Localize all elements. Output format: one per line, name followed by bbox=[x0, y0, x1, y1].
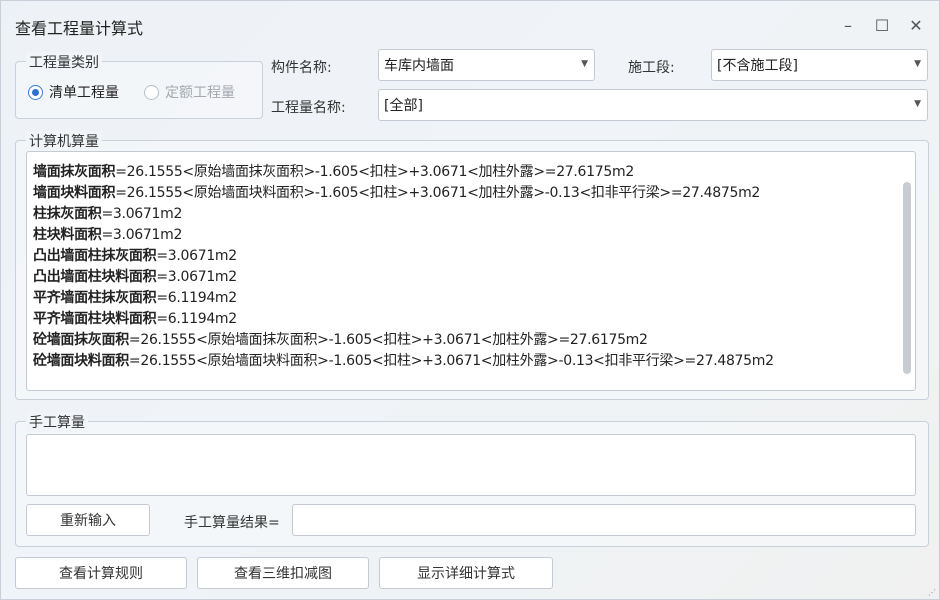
calc-line-expr: =6.1194m2 bbox=[156, 290, 237, 306]
manual-calc-input[interactable] bbox=[26, 434, 916, 496]
calc-line: 砼墙面块料面积=26.1555<原始墙面块料面积>-1.605<扣柱>+3.06… bbox=[33, 351, 891, 372]
stage-select[interactable]: [不含施工段] ▼ bbox=[711, 49, 928, 81]
calc-line-expr: =26.1555<原始墙面抹灰面积>-1.605<扣柱>+3.0671<加柱外露… bbox=[128, 332, 648, 348]
calc-line-expr: =6.1194m2 bbox=[156, 311, 237, 327]
calc-line: 凸出墙面柱块料面积=3.0671m2 bbox=[33, 267, 891, 288]
stage-value: [不含施工段] bbox=[717, 58, 798, 74]
maximize-icon[interactable]: ☐ bbox=[870, 13, 894, 37]
radio-checked-icon bbox=[28, 84, 43, 100]
computer-calc-group: 计算机算量 墙面抹灰面积=26.1555<原始墙面抹灰面积>-1.605<扣柱>… bbox=[15, 131, 929, 400]
vertical-scrollbar[interactable] bbox=[903, 182, 911, 374]
calc-line: 砼墙面抹灰面积=26.1555<原始墙面抹灰面积>-1.605<扣柱>+3.06… bbox=[33, 330, 891, 351]
calc-line: 墙面抹灰面积=26.1555<原始墙面抹灰面积>-1.605<扣柱>+3.067… bbox=[33, 162, 891, 183]
chevron-down-icon: ▼ bbox=[581, 59, 588, 69]
calc-line-name: 墙面抹灰面积 bbox=[33, 164, 116, 180]
chevron-down-icon: ▼ bbox=[914, 99, 921, 109]
show-detail-button[interactable]: 显示详细计算式 bbox=[379, 557, 553, 589]
close-icon[interactable]: ✕ bbox=[904, 13, 928, 37]
calc-line-name: 凸出墙面柱块料面积 bbox=[33, 269, 157, 285]
quantity-name-value: [全部] bbox=[384, 98, 423, 114]
quantity-name-label: 工程量名称: bbox=[271, 100, 346, 116]
radio-bill-label: 清单工程量 bbox=[49, 85, 119, 101]
radio-bill-quantity[interactable]: 清单工程量 bbox=[28, 82, 119, 102]
radio-quota-label: 定额工程量 bbox=[165, 85, 235, 101]
calc-line-expr: =26.1555<原始墙面块料面积>-1.605<扣柱>+3.0671<加柱外露… bbox=[115, 185, 761, 201]
quantity-name-select[interactable]: [全部] ▼ bbox=[378, 89, 928, 121]
calc-line-name: 平齐墙面柱抹灰面积 bbox=[33, 290, 157, 306]
view-3d-button[interactable]: 查看三维扣减图 bbox=[197, 557, 369, 589]
component-name-value: 车库内墙面 bbox=[384, 58, 454, 74]
calc-line-expr: =3.0671m2 bbox=[101, 227, 183, 243]
computer-calc-legend: 计算机算量 bbox=[26, 131, 102, 151]
resize-grip-icon[interactable]: ⋰ bbox=[928, 589, 936, 597]
calc-line-name: 凸出墙面柱抹灰面积 bbox=[33, 248, 157, 264]
calc-line: 柱抹灰面积=3.0671m2 bbox=[33, 204, 891, 225]
calc-line-expr: =3.0671m2 bbox=[156, 269, 237, 285]
calc-line-expr: =26.1555<原始墙面块料面积>-1.605<扣柱>+3.0671<加柱外露… bbox=[128, 353, 774, 369]
calc-line-name: 砼墙面抹灰面积 bbox=[33, 332, 129, 348]
view-rules-button[interactable]: 查看计算规则 bbox=[15, 557, 187, 589]
radio-quota-quantity[interactable]: 定额工程量 bbox=[144, 82, 235, 102]
radio-unchecked-icon bbox=[144, 84, 159, 100]
manual-result-field[interactable] bbox=[292, 504, 916, 536]
calc-line-expr: =26.1555<原始墙面抹灰面积>-1.605<扣柱>+3.0671<加柱外露… bbox=[115, 164, 634, 180]
computer-calc-text[interactable]: 墙面抹灰面积=26.1555<原始墙面抹灰面积>-1.605<扣柱>+3.067… bbox=[26, 151, 916, 391]
calc-line-name: 墙面块料面积 bbox=[33, 185, 116, 201]
calc-line: 凸出墙面柱抹灰面积=3.0671m2 bbox=[33, 246, 891, 267]
manual-result-label: 手工算量结果= bbox=[184, 515, 280, 531]
component-name-select[interactable]: 车库内墙面 ▼ bbox=[378, 49, 595, 81]
manual-calc-legend: 手工算量 bbox=[26, 412, 88, 432]
calc-line: 柱块料面积=3.0671m2 bbox=[33, 225, 891, 246]
minimize-icon[interactable]: – bbox=[836, 13, 860, 37]
component-name-label: 构件名称: bbox=[271, 60, 332, 76]
calc-line-name: 柱抹灰面积 bbox=[33, 206, 102, 222]
reenter-button[interactable]: 重新输入 bbox=[26, 504, 150, 536]
stage-label: 施工段: bbox=[628, 60, 675, 76]
calc-line-name: 柱块料面积 bbox=[33, 227, 102, 243]
calc-line: 平齐墙面柱抹灰面积=6.1194m2 bbox=[33, 288, 891, 309]
category-legend: 工程量类别 bbox=[26, 52, 102, 72]
category-group: 工程量类别 清单工程量 定额工程量 bbox=[15, 52, 263, 119]
calc-line: 墙面块料面积=26.1555<原始墙面块料面积>-1.605<扣柱>+3.067… bbox=[33, 183, 891, 204]
chevron-down-icon: ▼ bbox=[914, 59, 921, 69]
calc-line-expr: =3.0671m2 bbox=[156, 248, 237, 264]
calc-lines: 墙面抹灰面积=26.1555<原始墙面抹灰面积>-1.605<扣柱>+3.067… bbox=[33, 162, 891, 372]
window-title: 查看工程量计算式 bbox=[15, 19, 144, 38]
calc-line-name: 砼墙面块料面积 bbox=[33, 353, 129, 369]
calc-line-expr: =3.0671m2 bbox=[101, 206, 183, 222]
calc-line-name: 平齐墙面柱块料面积 bbox=[33, 311, 157, 327]
calc-formula-dialog: 查看工程量计算式 – ☐ ✕ 工程量类别 清单工程量 定额工程量 构件名称: 车… bbox=[0, 0, 940, 600]
calc-line: 平齐墙面柱块料面积=6.1194m2 bbox=[33, 309, 891, 330]
manual-calc-group: 手工算量 重新输入 手工算量结果= bbox=[15, 412, 929, 547]
title-bar: 查看工程量计算式 – ☐ ✕ bbox=[1, 1, 939, 49]
